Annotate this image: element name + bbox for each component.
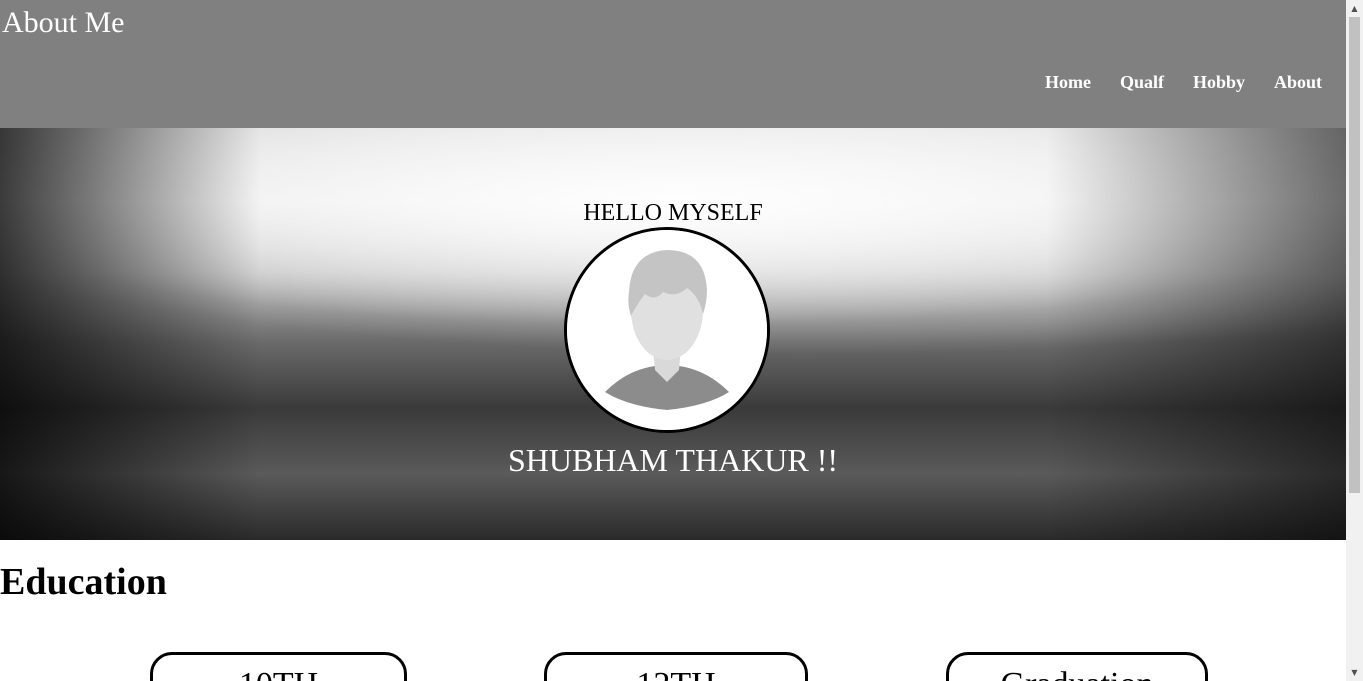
scroll-down-icon[interactable]: ▼: [1346, 664, 1363, 681]
main-nav: Home Qualf Hobby About: [1016, 72, 1322, 93]
education-card-12th[interactable]: 12TH: [544, 652, 808, 681]
hero-section: HELLO MYSELF SHUBHAM THAKUR !!: [0, 128, 1346, 540]
nav-home-link[interactable]: Home: [1016, 72, 1091, 93]
nav-qualf-link[interactable]: Qualf: [1091, 72, 1164, 93]
site-title: About Me: [2, 6, 125, 39]
page: About Me Home Qualf Hobby About HELLO MY…: [0, 0, 1346, 681]
scrollbar-thumb[interactable]: [1349, 17, 1360, 493]
nav-about-link[interactable]: About: [1245, 72, 1322, 93]
vertical-scrollbar[interactable]: ▲ ▼: [1346, 0, 1363, 681]
scroll-up-icon[interactable]: ▲: [1346, 0, 1363, 17]
hero-name: SHUBHAM THAKUR !!: [507, 442, 839, 478]
education-card-graduation[interactable]: Graduation: [946, 652, 1208, 681]
nav-hobby-link[interactable]: Hobby: [1164, 72, 1245, 93]
education-card-10th[interactable]: 10TH: [150, 652, 407, 681]
hero-greeting: HELLO MYSELF: [583, 200, 763, 226]
education-heading: Education: [0, 561, 167, 603]
site-header: About Me Home Qualf Hobby About: [0, 0, 1346, 128]
user-avatar-icon: [564, 227, 770, 433]
